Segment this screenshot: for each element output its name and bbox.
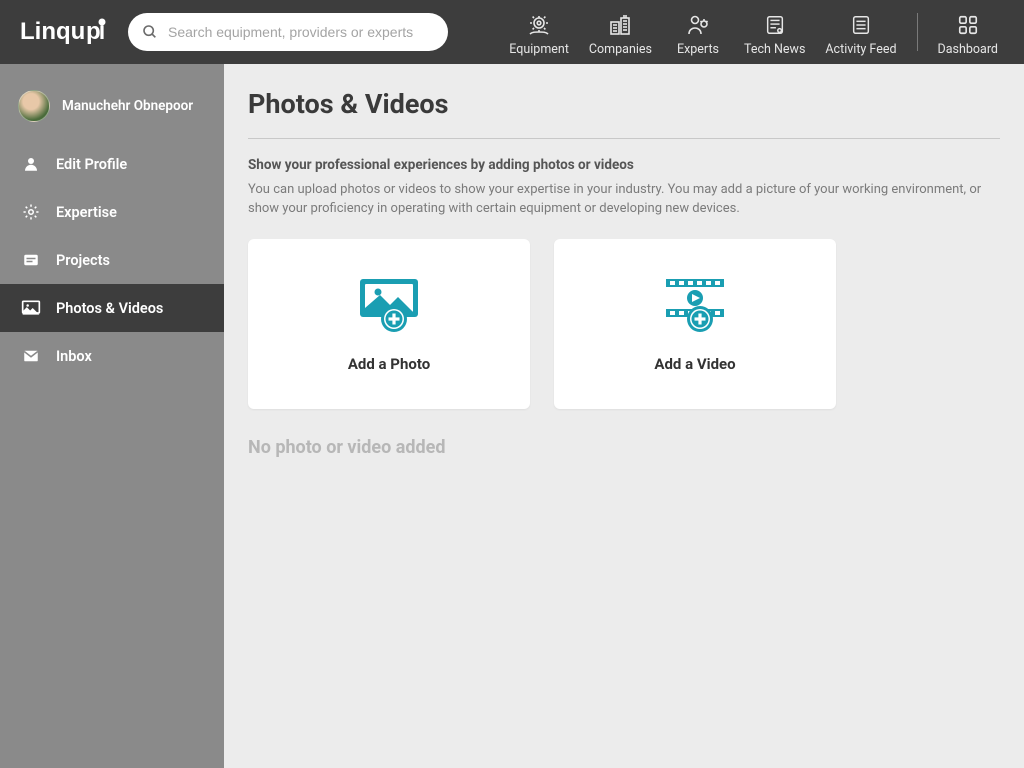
activityfeed-icon: [850, 12, 872, 38]
equipment-icon: [527, 12, 551, 38]
upload-cards: Add a Photo: [248, 239, 1000, 409]
page-title: Photos & Videos: [248, 88, 1000, 120]
nav-label: Experts: [677, 42, 719, 57]
card-label: Add a Photo: [348, 355, 430, 373]
nav-divider: [917, 13, 918, 51]
sidebar-item-label: Expertise: [56, 204, 117, 221]
sidebar-item-label: Projects: [56, 252, 110, 269]
user-icon: [20, 155, 42, 173]
page-description: You can upload photos or videos to show …: [248, 181, 1000, 219]
photos-icon: [20, 299, 42, 317]
main-header: Linqu p Equipment: [0, 0, 1024, 64]
nav-companies[interactable]: Companies: [579, 8, 662, 57]
nav-label: Tech News: [744, 42, 805, 57]
experts-icon: [686, 12, 710, 38]
sidebar-item-label: Edit Profile: [56, 156, 127, 173]
projects-icon: [20, 251, 42, 269]
add-photo-card[interactable]: Add a Photo: [248, 239, 530, 409]
empty-state-text: No photo or video added: [248, 437, 1000, 458]
main-content: Photos & Videos Show your professional e…: [224, 64, 1024, 768]
avatar: [18, 90, 50, 122]
nav-label: Activity Feed: [825, 42, 896, 57]
svg-text:p: p: [86, 18, 101, 45]
logo[interactable]: Linqu p: [20, 17, 112, 47]
nav-equipment[interactable]: Equipment: [499, 8, 579, 57]
svg-text:Linqu: Linqu: [20, 18, 85, 45]
sidebar-item-label: Photos & Videos: [56, 300, 163, 317]
card-label: Add a Video: [654, 355, 735, 373]
nav-label: Dashboard: [938, 42, 998, 57]
search-input[interactable]: [168, 24, 434, 40]
profile-row[interactable]: Manuchehr Obnepoor: [0, 78, 224, 140]
sidebar-item-expertise[interactable]: Expertise: [0, 188, 224, 236]
sidebar-item-projects[interactable]: Projects: [0, 236, 224, 284]
logo-icon: Linqu p: [20, 17, 112, 47]
sidebar-item-edit-profile[interactable]: Edit Profile: [0, 140, 224, 188]
add-video-icon: [660, 275, 730, 337]
add-video-card[interactable]: Add a Video: [554, 239, 836, 409]
divider: [248, 138, 1000, 139]
nav-activityfeed[interactable]: Activity Feed: [815, 8, 906, 57]
page-subhead: Show your professional experiences by ad…: [248, 157, 1000, 173]
profile-name: Manuchehr Obnepoor: [62, 98, 193, 114]
search-icon: [142, 24, 158, 40]
companies-icon: [608, 12, 632, 38]
nav-experts[interactable]: Experts: [662, 8, 734, 57]
top-nav: Equipment Companies Experts: [499, 8, 1008, 57]
nav-dashboard[interactable]: Dashboard: [928, 8, 1008, 57]
nav-label: Companies: [589, 42, 652, 57]
sidebar: Manuchehr Obnepoor Edit Profile Expertis…: [0, 64, 224, 768]
nav-label: Equipment: [509, 42, 569, 57]
search-box[interactable]: [128, 13, 448, 51]
sidebar-item-label: Inbox: [56, 348, 92, 365]
dashboard-icon: [957, 12, 979, 38]
add-photo-icon: [354, 275, 424, 337]
sidebar-item-inbox[interactable]: Inbox: [0, 332, 224, 380]
mail-icon: [20, 347, 42, 365]
sidebar-item-photos-videos[interactable]: Photos & Videos: [0, 284, 224, 332]
nav-technews[interactable]: Tech News: [734, 8, 815, 57]
gear-icon: [20, 203, 42, 221]
technews-icon: [764, 12, 786, 38]
